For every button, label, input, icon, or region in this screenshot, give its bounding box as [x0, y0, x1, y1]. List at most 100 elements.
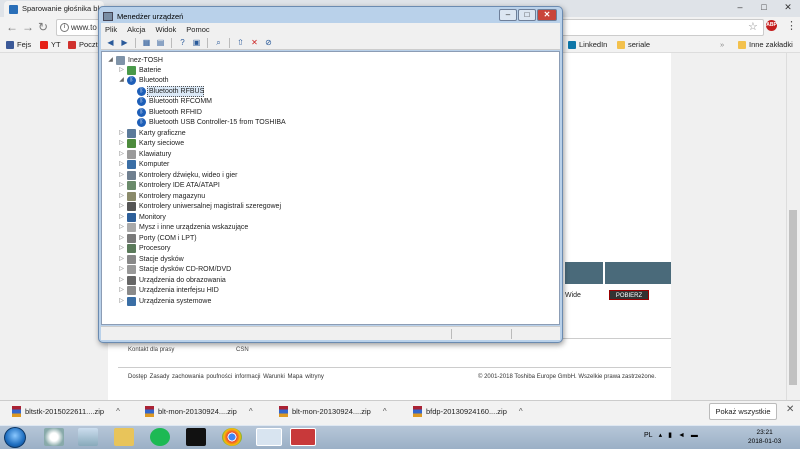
scan-hardware-icon[interactable]: ⌕ [213, 38, 224, 48]
properties-icon[interactable]: ▤ [155, 38, 166, 48]
downloads-bar [0, 400, 800, 425]
uninstall-icon[interactable]: ✕ [249, 38, 260, 48]
minimize-button[interactable]: – [728, 0, 752, 16]
expand-icon[interactable]: ▷ [118, 264, 125, 275]
collapse-icon[interactable]: ◢ [118, 75, 125, 86]
scrollbar-thumb[interactable] [789, 210, 797, 385]
expand-icon[interactable]: ▷ [118, 243, 125, 254]
toolbar-separator [135, 37, 136, 48]
adblock-icon[interactable]: ABP [766, 20, 777, 31]
collapse-icon[interactable]: ◢ [107, 55, 114, 66]
browser-menu-icon[interactable]: ⋮ [786, 19, 797, 32]
download-item[interactable]: blt-mon-20130924....zip ^ [279, 406, 387, 417]
chrome-icon[interactable] [222, 428, 242, 446]
battery-icon[interactable]: ▬ [691, 432, 698, 439]
tree-item[interactable]: ▷ Karty sieciowe [118, 138, 184, 149]
file-explorer-icon[interactable] [114, 428, 134, 446]
expand-icon[interactable]: ▷ [118, 138, 125, 149]
tree-item[interactable]: ▷ Stacje dysków CD-ROM/DVD [118, 264, 231, 275]
tidal-icon[interactable] [186, 428, 206, 446]
close-button[interactable]: ✕ [776, 0, 800, 16]
device-manager-icon [103, 12, 113, 21]
expand-icon[interactable]: ▷ [118, 222, 125, 233]
download-button[interactable]: POBIERZ [609, 290, 649, 300]
chevron-up-icon[interactable]: ^ [249, 407, 253, 416]
help-icon[interactable]: ? [177, 38, 188, 48]
zip-file-icon [279, 406, 288, 417]
window-controls: – □ ✕ [499, 9, 557, 21]
camera-icon [127, 276, 136, 285]
bookmark-star-icon[interactable]: ☆ [748, 20, 758, 33]
update-driver-icon[interactable]: ⇧ [235, 38, 246, 48]
browser-tab[interactable]: Sparowanie głośnika bl [4, 1, 104, 17]
menu-file[interactable]: Plik [105, 23, 117, 36]
bookmark-linkedin[interactable]: LinkedIn [568, 40, 607, 49]
status-divider [451, 329, 452, 339]
expand-icon[interactable]: ▷ [118, 180, 125, 191]
bookmark-seriale[interactable]: seriale [617, 40, 650, 49]
tree-item[interactable]: ▷ Urządzenia interfejsu HID [118, 285, 219, 296]
tree-item-bluetooth[interactable]: ◢ ᛒ Bluetooth [118, 75, 169, 86]
download-item[interactable]: blt-mon-20130924....zip ^ [145, 406, 253, 417]
bookmark-fejs[interactable]: Fejs [6, 40, 31, 49]
toolbox-icon[interactable] [290, 428, 316, 446]
maximize-button[interactable]: □ [752, 0, 776, 16]
tree-item[interactable]: ▷ Kontrolery uniwersalnej magistrali szer… [118, 201, 281, 212]
forward-icon[interactable]: → [22, 20, 34, 34]
facebook-icon [6, 40, 14, 49]
chevron-up-icon[interactable]: ^ [383, 407, 387, 416]
expand-icon[interactable]: ▷ [118, 159, 125, 170]
spotify-icon[interactable] [150, 428, 170, 446]
tree-item-bluetooth-rfcomm[interactable]: ᛒ Bluetooth RFCOMM [137, 96, 212, 107]
download-item[interactable]: bfdp-20130924160....zip ^ [413, 406, 523, 417]
info-icon[interactable]: i [60, 23, 69, 32]
tree-item[interactable]: ▷ Mysz i inne urządzenia wskazujące [118, 222, 248, 233]
tree-item[interactable]: ▷ Kontrolery IDE ATA/ATAPI [118, 180, 220, 191]
clock[interactable]: 23:21 2018-01-03 [748, 428, 781, 446]
back-icon[interactable]: ◀ [105, 38, 116, 48]
bookmark-yt[interactable]: YT [40, 40, 61, 49]
view-icon[interactable]: ▣ [191, 38, 202, 48]
forward-icon[interactable]: ▶ [119, 38, 130, 48]
bookmark-poczta[interactable]: Poczt [68, 40, 98, 49]
back-icon[interactable]: ← [6, 20, 18, 34]
show-all-downloads-button[interactable]: Pokaż wszystkie [709, 403, 777, 420]
expand-icon[interactable]: ▷ [118, 201, 125, 212]
language-indicator[interactable]: PL [644, 432, 653, 439]
show-hidden-icons-icon[interactable]: ▴ [659, 431, 663, 439]
clock-time: 23:21 [756, 429, 773, 436]
tree-item[interactable]: ▷ Komputer [118, 159, 169, 170]
minimize-button[interactable]: – [499, 9, 517, 21]
close-icon[interactable]: ✕ [786, 404, 794, 415]
user-icon[interactable] [78, 428, 98, 446]
disable-icon[interactable]: ⊘ [263, 38, 274, 48]
device-manager-taskbar-icon[interactable] [256, 428, 282, 446]
toolbar-separator [171, 37, 172, 48]
reload-icon[interactable]: ↻ [38, 20, 48, 34]
toolbar-separator [229, 37, 230, 48]
show-hide-tree-icon[interactable]: ▦ [141, 38, 152, 48]
keyboard-icon [127, 150, 136, 159]
menu-action[interactable]: Akcja [127, 23, 145, 36]
menu-view[interactable]: Widok [155, 23, 176, 36]
menu-help[interactable]: Pomoc [186, 23, 209, 36]
bookmark-other[interactable]: Inne zakładki [738, 40, 793, 49]
expand-icon[interactable]: ▷ [118, 296, 125, 307]
network-icon[interactable]: ▮ [668, 431, 672, 439]
maximize-button[interactable]: □ [518, 9, 536, 21]
page-favicon-icon [9, 5, 18, 14]
close-button[interactable]: ✕ [537, 9, 557, 21]
chevron-up-icon[interactable]: ^ [519, 407, 523, 416]
footer-links[interactable]: Dostęp Zasady zachowania poufności infor… [128, 374, 324, 380]
port-icon [127, 234, 136, 243]
start-button[interactable] [4, 427, 26, 448]
tree-item-bluetooth-usb[interactable]: ᛒ Bluetooth USB Controller-15 from TOSHIB… [137, 117, 286, 128]
tree-item[interactable]: ▷ Urządzenia systemowe [118, 296, 211, 307]
expand-icon[interactable]: ▷ [118, 285, 125, 296]
download-item[interactable]: bltstk-2015022611....zip ^ [12, 406, 120, 417]
chevron-up-icon[interactable]: ^ [116, 407, 120, 416]
search-icon[interactable] [44, 428, 64, 446]
tree-item[interactable]: ▷ Procesory [118, 243, 171, 254]
volume-icon[interactable]: ◄ [678, 432, 685, 439]
more-bookmarks-icon[interactable]: » [720, 40, 724, 49]
